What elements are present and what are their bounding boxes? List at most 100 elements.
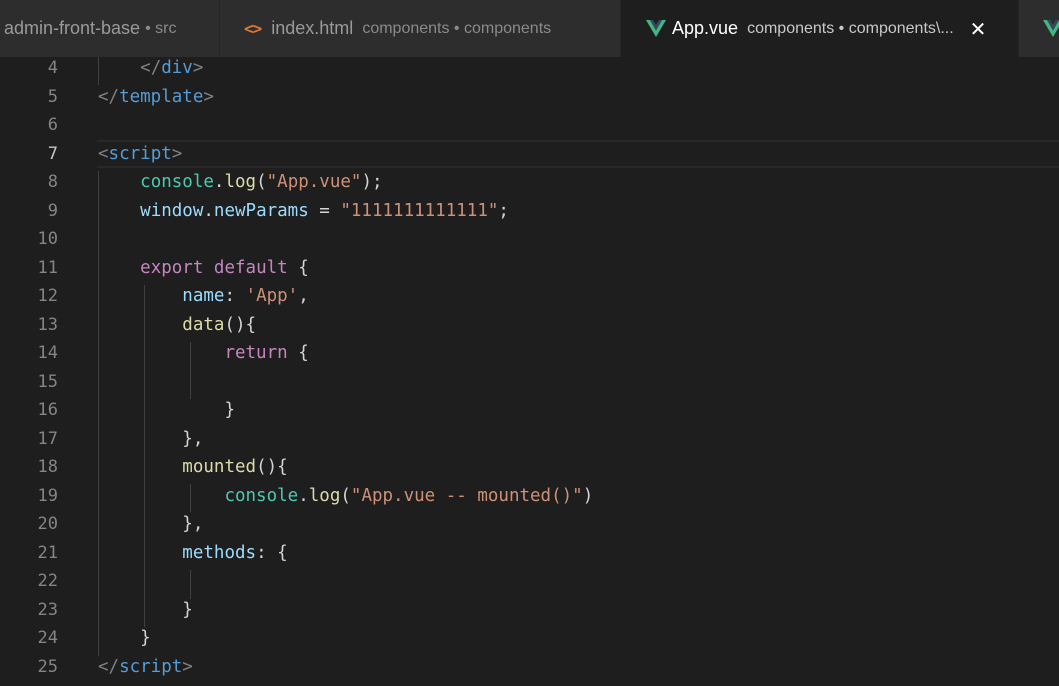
tab-vue-file[interactable] [1019,0,1059,57]
line-number: 16 [37,400,58,420]
line-number: 5 [47,86,58,107]
line-number: 8 [47,172,58,192]
html-code-icon: <> [244,19,262,38]
code-token: log [224,172,257,192]
code-token: template [119,86,204,107]
code-token: < [98,143,109,164]
line-number: 10 [37,229,58,249]
code-token: > [192,58,204,78]
code-token: : { [256,542,288,563]
vue-logo-icon [1043,20,1059,37]
line-number: 22 [37,571,58,591]
code-token: (){ [256,457,288,477]
code-token: } [182,599,193,620]
code-token: console [140,172,214,192]
line-number: 9 [47,200,58,221]
line-number: 11 [37,257,58,278]
code-line[interactable]: console.log("App.vue"); [98,168,383,197]
code-token: ) [582,485,594,506]
line-number: 20 [37,514,58,534]
tab-description: components • components [362,19,552,37]
tab-index-html[interactable]: <> index.html components • components [220,0,621,57]
code-token: . [298,485,309,506]
code-line[interactable]: </script> [98,653,193,682]
line-number: 18 [37,457,58,477]
code-line[interactable]: console.log("App.vue -- mounted()") [98,482,593,511]
tab-description: components • components\... [747,19,954,37]
code-line[interactable]: <script> [98,140,182,169]
code-token: (){ [224,314,257,335]
code-area[interactable]: </div> </template> <script> console.log("A… [98,57,1059,686]
code-editor[interactable]: 4 5 6 7 8 9 10 11 12 13 14 15 16 17 18 19 20 21 22 23 24 25 <… [0,57,1059,686]
code-line[interactable]: mounted(){ [98,453,288,482]
close-tab-icon[interactable]: ✕ [970,19,987,39]
code-token: </ [98,86,120,107]
code-token: window [140,200,204,221]
code-token: export [140,257,204,278]
code-line[interactable]: }, [98,425,203,454]
code-token: > [203,86,214,107]
code-token: </ [98,656,120,677]
line-number: 14 [37,343,58,363]
code-token: "App.vue" [266,172,362,192]
code-line[interactable]: name: 'App', [98,282,309,311]
code-token: , [298,286,309,306]
line-number: 23 [37,599,58,620]
code-line[interactable]: window.newParams = "1111111111111"; [98,197,509,226]
line-number: 7 [47,143,58,164]
code-token: ( [340,485,351,506]
code-line[interactable]: return { [98,339,309,368]
code-token: > [182,656,193,677]
code-token: ( [256,172,267,192]
code-line[interactable]: } [98,624,151,653]
code-token: "App.vue -- mounted()" [350,485,583,506]
code-token: ); [361,172,383,192]
code-token: : [224,286,246,306]
line-number: 4 [47,58,58,78]
code-token: }, [182,428,204,449]
code-line[interactable]: </div> [98,57,203,83]
code-token: newParams [213,200,309,221]
code-token: div [161,58,193,78]
editor-tab-bar: admin-front-base • src <> index.html com… [0,0,1059,57]
code-token: . [213,172,225,192]
line-number: 15 [37,371,58,392]
code-token: name [182,286,225,306]
line-number: 12 [37,286,58,306]
code-line[interactable]: methods: { [98,539,288,568]
code-token: { [287,343,309,363]
code-token: mounted [182,457,257,477]
code-line[interactable]: export default { [98,254,309,283]
code-line[interactable]: } [98,596,193,625]
line-number: 17 [37,428,58,449]
code-token: 'App' [245,286,299,306]
line-number: 6 [47,115,58,135]
code-line[interactable]: </template> [98,83,214,112]
code-line[interactable]: }, [98,510,203,539]
code-token: { [287,257,309,278]
tab-admin-front-base[interactable]: admin-front-base • src [0,0,220,57]
code-token: methods [182,542,257,563]
code-token: log [308,485,341,506]
code-token: data [182,314,225,335]
tab-title: index.html [271,18,354,38]
code-line[interactable]: } [98,396,235,425]
tab-app-vue[interactable]: App.vue components • components\... ✕ [621,0,1019,57]
line-number: 13 [37,314,58,335]
code-token: . [203,200,214,221]
line-number-gutter: 4 5 6 7 8 9 10 11 12 13 14 15 16 17 18 19 20 21 22 23 24 25 [0,57,80,686]
code-line[interactable]: data(){ [98,311,256,340]
line-number: 19 [37,485,58,506]
